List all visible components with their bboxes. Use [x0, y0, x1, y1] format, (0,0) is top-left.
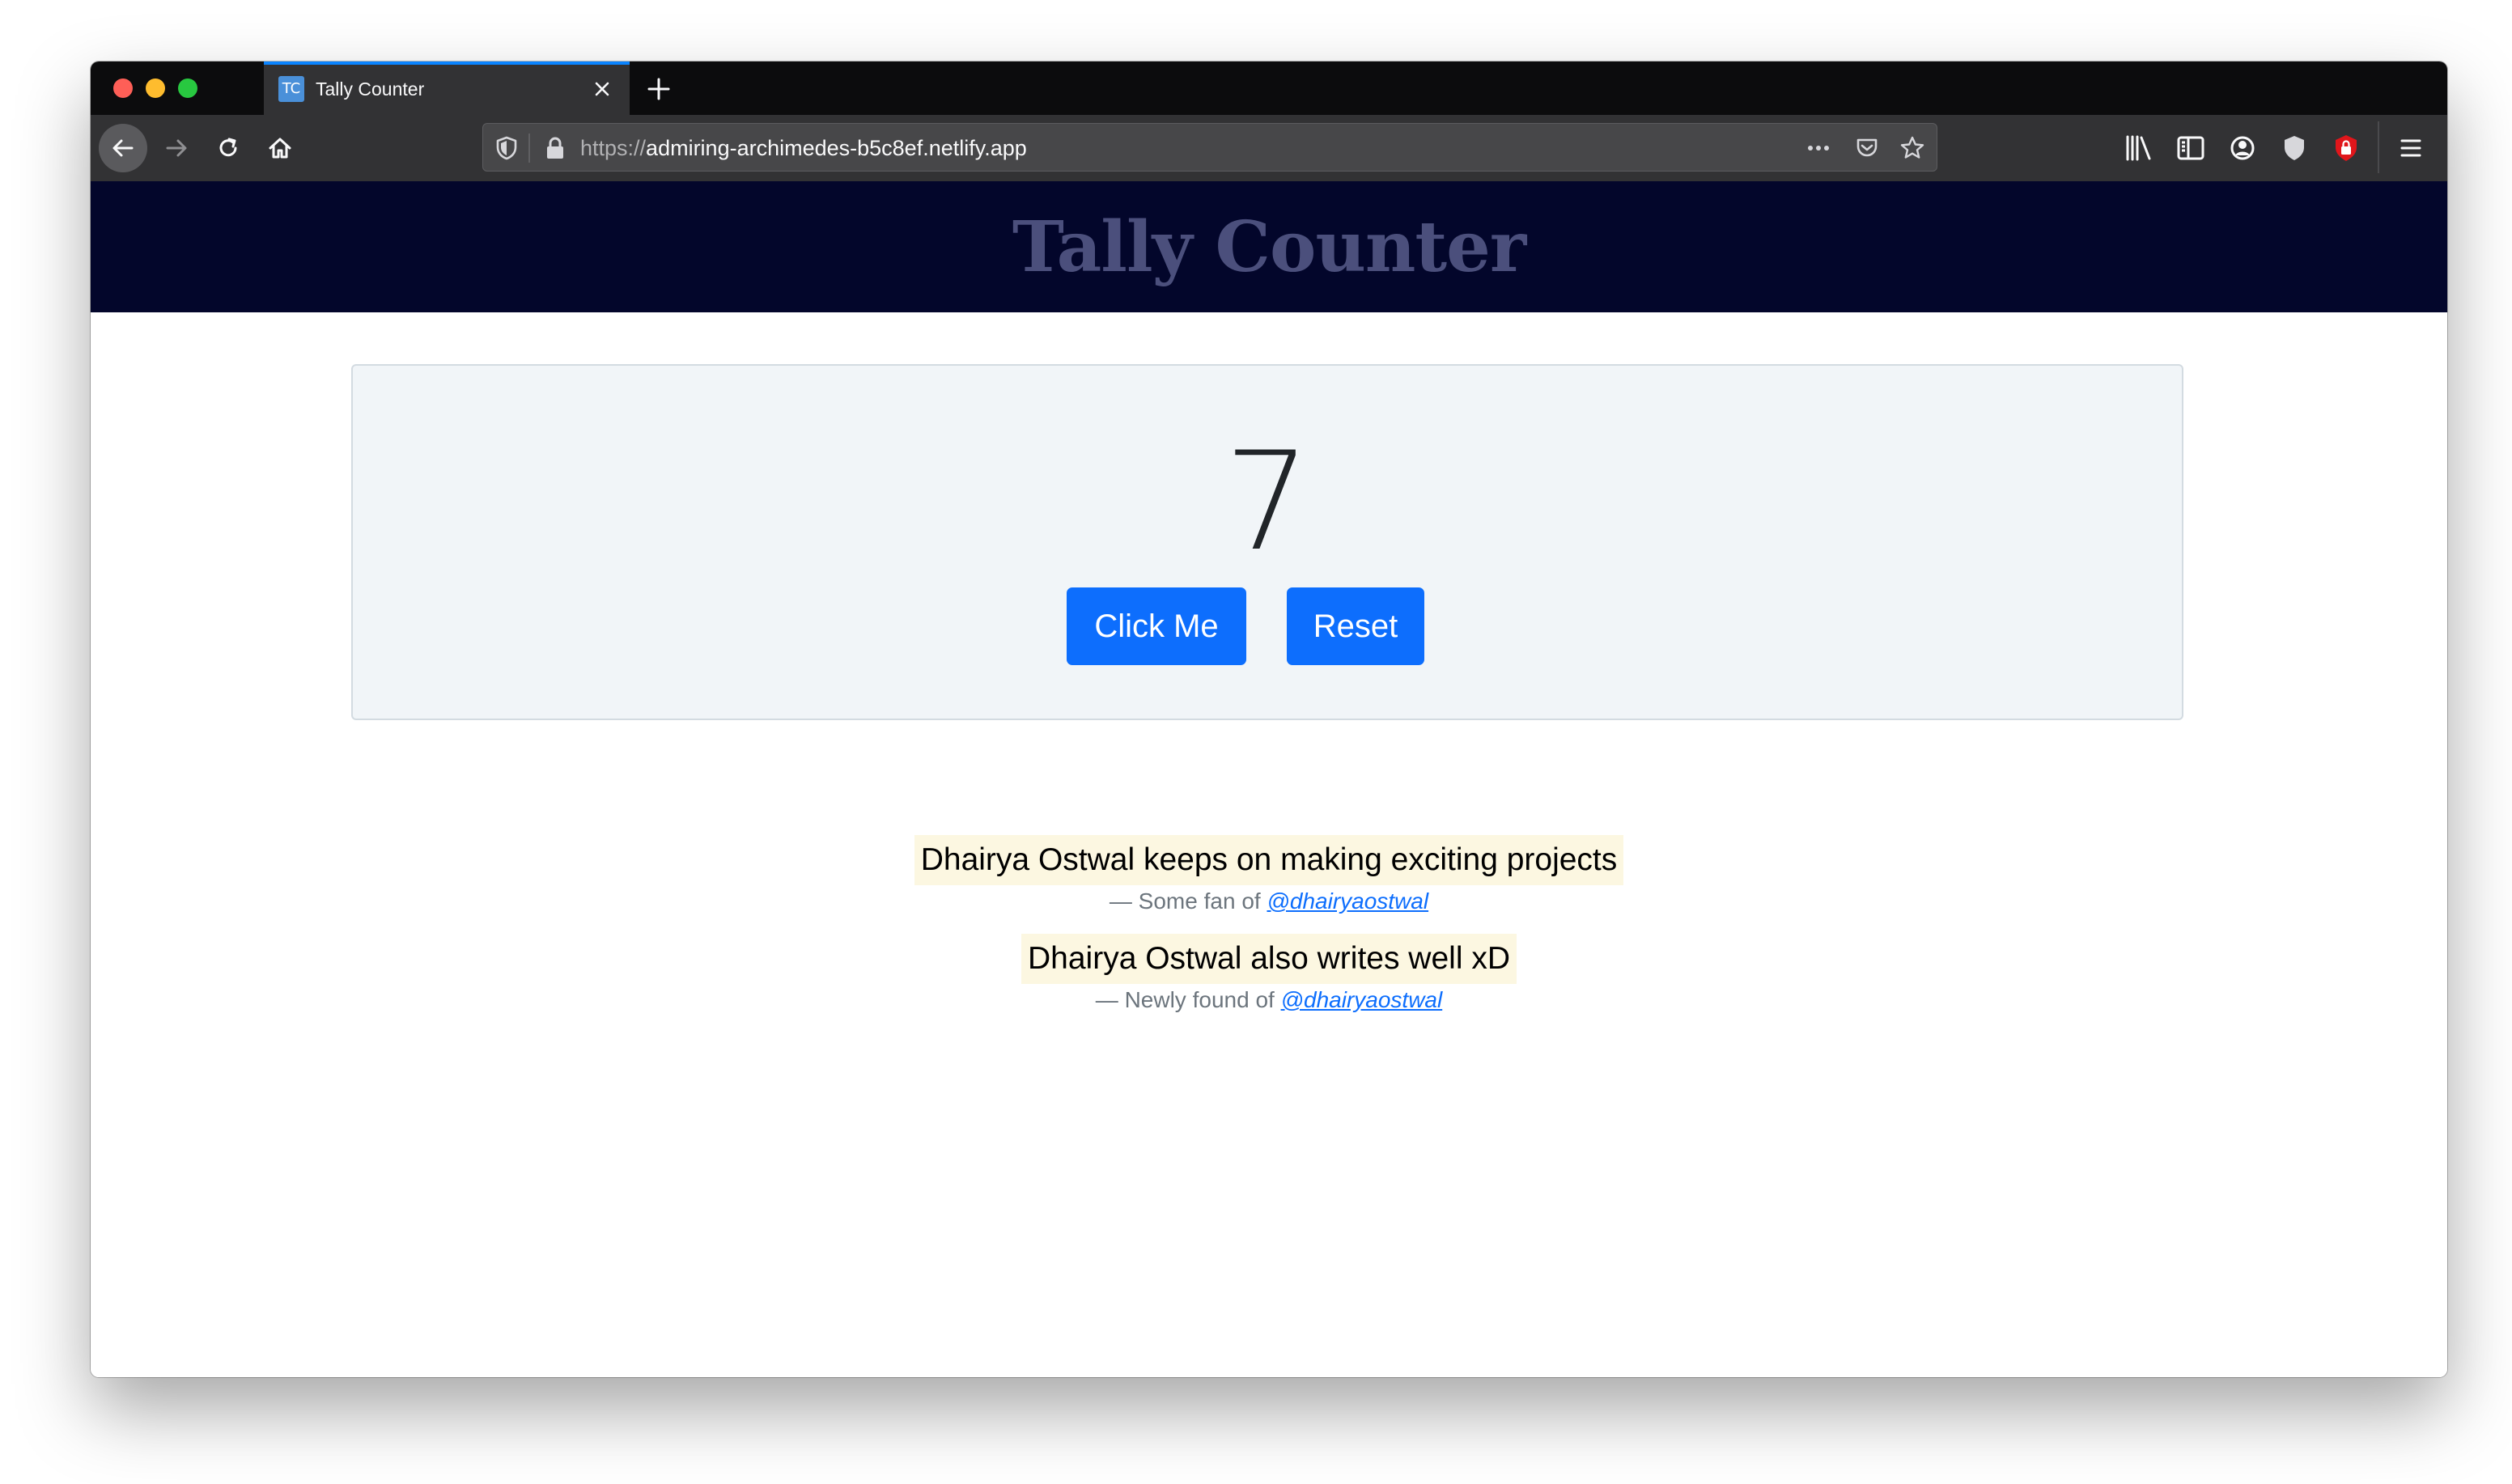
citation-prefix: — Some fan of — [1109, 888, 1267, 914]
library-icon[interactable] — [2124, 132, 2154, 168]
reset-button[interactable]: Reset — [1287, 587, 1424, 665]
url-bar[interactable]: https://admiring-archimedes-b5c8ef.netli… — [482, 123, 1937, 172]
bookmark-star-icon[interactable] — [1899, 135, 1925, 165]
counter-card: 7 Click Me Reset — [351, 364, 2183, 720]
quote-citation: — Newly found of @dhairyaostwal — [91, 984, 2447, 1016]
page-title: Tally Counter — [1012, 206, 1526, 288]
account-icon[interactable] — [2227, 132, 2258, 168]
url-host: admiring-archimedes-b5c8ef.netlify.app — [646, 136, 1027, 160]
hamburger-menu-icon[interactable] — [2395, 132, 2426, 168]
site-header: Tally Counter — [91, 181, 2447, 312]
author-handle-link[interactable]: @dhairyaostwal — [1267, 888, 1428, 914]
quote-item: Dhairya Ostwal also writes well xD — New… — [91, 934, 2447, 1016]
tracking-shield-icon[interactable] — [494, 135, 519, 165]
citation-prefix: — Newly found of — [1095, 987, 1281, 1012]
browser-tab-active[interactable]: TC Tally Counter — [264, 61, 630, 115]
quote-text: Dhairya Ostwal also writes well xD — [1021, 934, 1517, 984]
sidebar-icon[interactable] — [2175, 132, 2206, 168]
quote-block: Dhairya Ostwal also writes well xD — [91, 934, 2447, 984]
extension-lock-icon[interactable] — [2331, 132, 2361, 168]
quotes-section: Dhairya Ostwal keeps on making exciting … — [91, 835, 2447, 1016]
quote-citation: — Some fan of @dhairyaostwal — [91, 885, 2447, 918]
quote-item: Dhairya Ostwal keeps on making exciting … — [91, 835, 2447, 918]
minimize-window-button[interactable] — [146, 78, 165, 98]
toolbar-divider — [2378, 121, 2379, 173]
shield-icon[interactable] — [2279, 132, 2310, 168]
counter-value: 7 — [1224, 422, 1311, 581]
tab-strip: TC Tally Counter — [91, 61, 2447, 115]
more-actions-icon[interactable] — [1804, 135, 1833, 165]
urlbar-divider — [528, 134, 530, 163]
browser-window: TC Tally Counter https://admiring-archim… — [91, 61, 2447, 1377]
favicon-icon: TC — [278, 76, 304, 102]
tab-title: Tally Counter — [316, 78, 425, 100]
url-scheme: https:// — [580, 136, 647, 160]
pocket-icon[interactable] — [1854, 135, 1880, 165]
back-arrow-icon[interactable] — [99, 124, 147, 172]
click-me-button[interactable]: Click Me — [1067, 587, 1246, 665]
reload-icon[interactable] — [204, 124, 252, 172]
zoom-window-button[interactable] — [178, 78, 197, 98]
lock-icon[interactable] — [543, 135, 567, 165]
forward-arrow-icon[interactable] — [152, 124, 201, 172]
home-icon[interactable] — [256, 124, 304, 172]
quote-block: Dhairya Ostwal keeps on making exciting … — [91, 835, 2447, 885]
quote-text: Dhairya Ostwal keeps on making exciting … — [914, 835, 1624, 885]
url-text[interactable]: https://admiring-archimedes-b5c8ef.netli… — [580, 135, 1027, 161]
close-window-button[interactable] — [113, 78, 133, 98]
close-tab-icon[interactable] — [589, 76, 615, 102]
nav-toolbar: https://admiring-archimedes-b5c8ef.netli… — [91, 115, 2447, 181]
author-handle-link[interactable]: @dhairyaostwal — [1281, 987, 1443, 1012]
new-tab-icon[interactable] — [643, 73, 675, 105]
page-viewport: Tally Counter 7 Click Me Reset Dhairya O… — [91, 181, 2447, 1377]
